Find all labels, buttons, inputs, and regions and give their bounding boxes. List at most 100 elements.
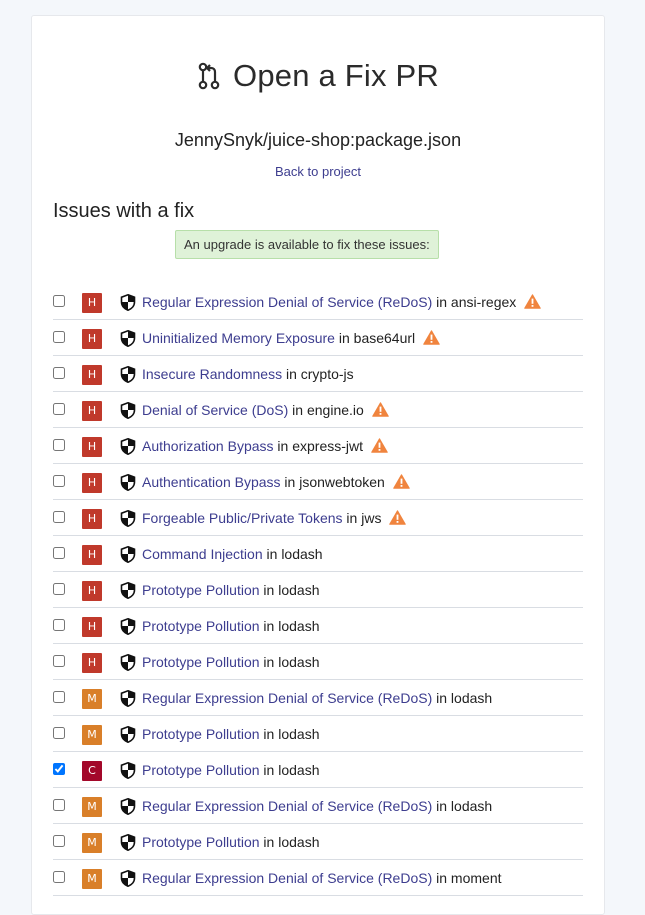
severity-badge: H (82, 401, 102, 421)
in-word: in (436, 294, 448, 310)
severity-badge: H (82, 365, 102, 385)
in-word: in (277, 438, 289, 454)
vulnerability-link[interactable]: Regular Expression Denial of Service (Re… (142, 870, 432, 886)
issue-text: Regular Expression Denial of Service (Re… (142, 869, 502, 887)
warning-icon (392, 474, 410, 489)
file-path: JennySnyk/juice-shop:package.json (174, 130, 462, 150)
issue-text: Authorization Bypass in express-jwt (142, 437, 388, 455)
issue-text: Forgeable Public/Private Tokens in jws (142, 509, 407, 527)
in-word: in (346, 510, 358, 526)
issue-checkbox[interactable] (53, 547, 65, 559)
severity-badge: C (82, 761, 102, 781)
severity-badge: M (82, 725, 102, 745)
issue-text: Command Injection in lodash (142, 545, 323, 563)
in-word: in (263, 582, 275, 598)
issue-row-4: H Denial of Service (DoS) in engine.io (53, 392, 583, 428)
issue-row-17: M Regular Expression Denial of Service (… (53, 860, 583, 896)
issue-row-8: H Command Injection in lodash (53, 536, 583, 572)
issue-checkbox[interactable] (53, 691, 65, 703)
shield-icon (120, 402, 136, 419)
issue-checkbox[interactable] (53, 799, 65, 811)
vulnerability-link[interactable]: Denial of Service (DoS) (142, 402, 288, 418)
pull-request-icon (198, 62, 220, 90)
issue-text: Regular Expression Denial of Service (Re… (142, 797, 492, 815)
in-word: in (263, 834, 275, 850)
issue-checkbox[interactable] (53, 727, 65, 739)
issue-checkbox[interactable] (53, 475, 65, 487)
severity-badge: H (82, 617, 102, 637)
vulnerability-link[interactable]: Forgeable Public/Private Tokens (142, 510, 343, 526)
vulnerability-link[interactable]: Regular Expression Denial of Service (Re… (142, 690, 432, 706)
vulnerability-link[interactable]: Uninitialized Memory Exposure (142, 330, 335, 346)
severity-badge: H (82, 293, 102, 313)
issue-text: Uninitialized Memory Exposure in base64u… (142, 329, 440, 347)
issue-checkbox[interactable] (53, 403, 65, 415)
issue-checkbox[interactable] (53, 439, 65, 451)
vulnerability-link[interactable]: Prototype Pollution (142, 726, 260, 742)
issue-checkbox[interactable] (53, 367, 65, 379)
issue-text: Insecure Randomness in crypto-js (142, 365, 354, 383)
package-name: jsonwebtoken (299, 474, 385, 490)
issue-row-5: H Authorization Bypass in express-jwt (53, 428, 583, 464)
issue-text: Regular Expression Denial of Service (Re… (142, 689, 492, 707)
package-name: lodash (278, 618, 320, 634)
issue-text: Prototype Pollution in lodash (142, 725, 319, 743)
in-word: in (263, 618, 275, 634)
shield-icon (120, 546, 136, 563)
vulnerability-link[interactable]: Authentication Bypass (142, 474, 281, 490)
shield-icon (120, 330, 136, 347)
vulnerability-link[interactable]: Insecure Randomness (142, 366, 282, 382)
issue-text: Prototype Pollution in lodash (142, 761, 319, 779)
warning-icon (423, 330, 440, 345)
shield-icon (120, 582, 136, 599)
issue-checkbox[interactable] (53, 331, 65, 343)
shield-icon (120, 510, 136, 527)
issue-checkbox[interactable] (53, 763, 65, 775)
severity-badge: M (82, 797, 102, 817)
severity-badge: M (82, 869, 102, 889)
issues-heading: Issues with a fix (53, 200, 195, 222)
shield-icon (120, 438, 136, 455)
shield-icon (120, 294, 136, 311)
shield-icon (120, 618, 136, 635)
vulnerability-link[interactable]: Prototype Pollution (142, 654, 260, 670)
vulnerability-link[interactable]: Command Injection (142, 546, 263, 562)
warning-icon (389, 510, 407, 525)
vulnerability-link[interactable]: Regular Expression Denial of Service (Re… (142, 798, 432, 814)
shield-icon (120, 474, 136, 491)
in-word: in (263, 654, 275, 670)
issue-text: Regular Expression Denial of Service (Re… (142, 293, 541, 311)
package-name: engine.io (306, 402, 364, 418)
upgrade-note: An upgrade is available to fix these iss… (175, 230, 439, 259)
issue-row-16: M Prototype Pollution in lodash (53, 824, 583, 860)
issue-checkbox[interactable] (53, 583, 65, 595)
back-to-project-link[interactable]: Back to project (32, 164, 604, 179)
shield-icon (120, 798, 136, 815)
vulnerability-link[interactable]: Prototype Pollution (142, 582, 260, 598)
in-word: in (292, 402, 304, 418)
issue-text: Prototype Pollution in lodash (142, 833, 319, 851)
issue-checkbox[interactable] (53, 835, 65, 847)
vulnerability-link[interactable]: Prototype Pollution (142, 834, 260, 850)
issue-row-14: C Prototype Pollution in lodash (53, 752, 583, 788)
issue-checkbox[interactable] (53, 871, 65, 883)
vulnerability-link[interactable]: Authorization Bypass (142, 438, 274, 454)
vulnerability-link[interactable]: Prototype Pollution (142, 762, 260, 778)
issue-row-3: H Insecure Randomness in crypto-js (53, 356, 583, 392)
package-name: lodash (450, 690, 493, 706)
issue-text: Prototype Pollution in lodash (142, 653, 319, 671)
issue-row-6: H Authentication Bypass in jsonwebtoken (53, 464, 583, 500)
vulnerability-link[interactable]: Prototype Pollution (142, 618, 260, 634)
in-word: in (436, 798, 448, 814)
shield-icon (120, 870, 136, 887)
issue-checkbox[interactable] (53, 511, 65, 523)
issue-checkbox[interactable] (53, 295, 65, 307)
issue-checkbox[interactable] (53, 619, 65, 631)
title-row: Open a Fix PR (32, 58, 604, 94)
issue-row-7: H Forgeable Public/Private Tokens in jws (53, 500, 583, 536)
warning-icon (524, 294, 541, 309)
issue-checkbox[interactable] (53, 655, 65, 667)
in-word: in (263, 762, 275, 778)
in-word: in (338, 330, 350, 346)
vulnerability-link[interactable]: Regular Expression Denial of Service (Re… (142, 294, 432, 310)
